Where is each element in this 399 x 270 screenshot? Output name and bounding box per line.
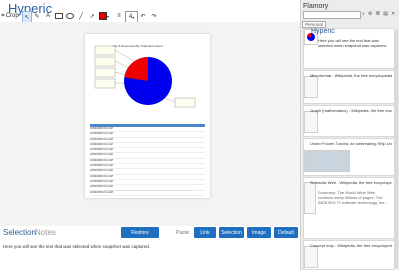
folder-icon[interactable]: ▤: [383, 11, 388, 17]
tab-selection[interactable]: Selection: [3, 228, 36, 237]
document-snapshot: Top 5 Resources By Total Alert Count 10/…: [85, 34, 210, 198]
ellipse-icon: [66, 13, 74, 19]
table-cell: 10/09/2009 03:14 AM: [90, 153, 113, 157]
color-picker[interactable]: ▾: [98, 11, 110, 21]
line-width-icon: ≡: [117, 13, 121, 19]
sidebar-title: Flamory: [303, 3, 329, 10]
ellipse-tool-button[interactable]: [66, 11, 74, 21]
sidebar-scrollbar[interactable]: [394, 30, 398, 268]
chevron-down-icon: ▾: [132, 14, 135, 20]
item-title: Graph (mathematics) - Wikipedia, the fre…: [310, 108, 392, 113]
item-title: Semantic Web - Wikipedia, the free encyc…: [310, 180, 392, 185]
sidebar-search-input[interactable]: [303, 11, 361, 19]
footer-links: [105, 190, 195, 195]
paste-label: Paste:: [176, 230, 191, 236]
item-title: Hyperic: [311, 28, 335, 35]
item-description: Summary: The World Wide Web contains man…: [318, 190, 388, 205]
crop-icon: ⌗: [1, 12, 5, 19]
close-icon[interactable]: ✕: [391, 11, 395, 17]
selection-text: Here you will see the text that was sele…: [3, 244, 151, 249]
arrow-icon: ↗: [89, 13, 95, 20]
line-width-picker[interactable]: ≡: [114, 11, 124, 21]
tab-personal[interactable]: Personal: [302, 21, 326, 28]
item-description: Here you will see the text that was sele…: [318, 38, 387, 48]
color-swatch: [98, 12, 107, 20]
chevron-down-icon: ▾: [106, 13, 109, 19]
thumbnail: [304, 150, 350, 172]
table-cell: 10/09/2009 03:14 AM: [90, 179, 113, 183]
thumbnail: [304, 76, 318, 98]
redo-button[interactable]: ↷: [150, 11, 158, 21]
table-cell: 10/09/2009 03:14 AM: [90, 164, 113, 168]
thumbnail: [304, 182, 316, 214]
rectangle-icon: [55, 13, 63, 19]
paste-link-button[interactable]: Link: [194, 227, 216, 238]
table-cell: 10/09/2009 03:14 AM: [90, 148, 113, 152]
table-cell: 10/09/2009 03:14 AM: [90, 174, 113, 178]
pen-icon: ✎: [34, 13, 40, 20]
restore-button[interactable]: Restore: [121, 227, 159, 238]
search-icon[interactable]: ⌕: [362, 11, 365, 17]
arrow-tool-button[interactable]: ↗: [88, 11, 96, 21]
undo-icon: ↶: [140, 13, 146, 20]
cursor-icon: ↖: [24, 14, 30, 21]
table-cell: 10/09/2009 03:14 AM: [90, 132, 113, 136]
data-table: 10/09/2009 03:14 AM 10/09/2009 03:14 AM 10…: [90, 124, 205, 196]
settings-icon[interactable]: ⚙: [368, 11, 372, 17]
crop-label: Crop: [5, 13, 19, 19]
thumbnail: [304, 246, 318, 268]
table-cell: 10/09/2009 03:14 AM: [90, 185, 113, 189]
table-cell: 10/09/2009 03:14 AM: [90, 127, 113, 130]
tag-icon[interactable]: ⌘: [375, 11, 380, 17]
sidebar-tools: ⌕ ⚙ ⌘ ▤ ✕: [362, 11, 395, 17]
undo-button[interactable]: ↶: [139, 11, 147, 21]
table-cell: 10/09/2009 03:14 AM: [90, 158, 113, 162]
rectangle-tool-button[interactable]: [55, 11, 63, 21]
item-title: Under Frozen Tundra, an Icebreaking Ship…: [310, 141, 392, 146]
paste-selection-button[interactable]: Selection: [219, 227, 244, 238]
thumbnail: [304, 111, 318, 133]
text-tool-button[interactable]: A: [44, 11, 52, 21]
tab-notes[interactable]: Notes: [35, 228, 56, 237]
paste-default-button[interactable]: Default: [274, 227, 298, 238]
table-cell: 10/09/2009 03:14 AM: [90, 137, 113, 141]
item-title: Microformat - Wikipedia, the free encycl…: [310, 73, 392, 78]
table-cell: 10/09/2009 03:14 AM: [90, 142, 113, 146]
text-tool-label: A: [45, 13, 50, 19]
item-title: Concept map - Wikipedia, the free encycl…: [310, 243, 392, 248]
table-cell: 10/09/2009 03:14 AM: [90, 169, 113, 173]
crop-button[interactable]: ⌗ Crop: [1, 11, 19, 21]
pen-tool-button[interactable]: ✎: [33, 11, 41, 21]
redo-icon: ↷: [151, 13, 157, 20]
paste-image-button[interactable]: Image: [247, 227, 271, 238]
line-tool-button[interactable]: ╱: [77, 11, 85, 21]
list-item[interactable]: [303, 177, 395, 239]
line-icon: ╱: [79, 13, 83, 20]
pie-chart: [94, 45, 196, 108]
